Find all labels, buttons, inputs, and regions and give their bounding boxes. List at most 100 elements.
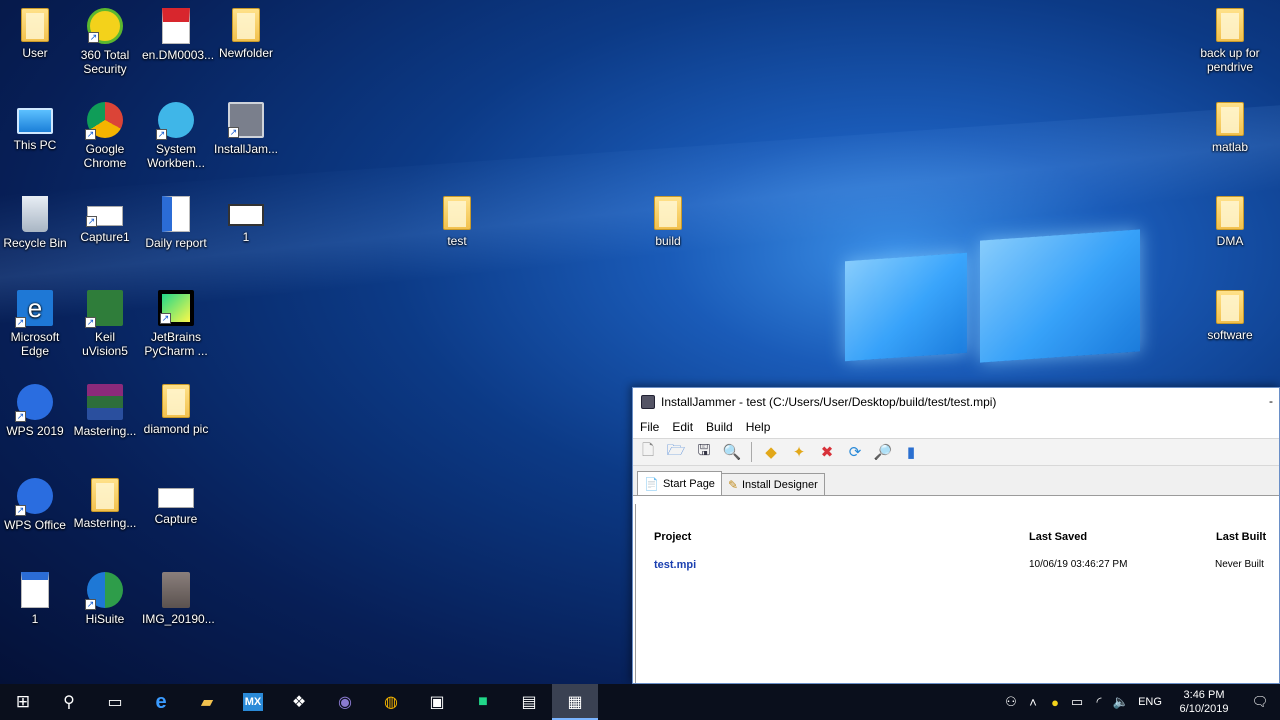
desktop-icon-software[interactable]: software	[1194, 290, 1266, 342]
folder-icon	[91, 478, 119, 512]
folder-icon	[232, 8, 260, 42]
column-header-last-saved[interactable]: Last Saved	[1029, 531, 1087, 543]
taskbar-pycharm[interactable]: ■	[460, 684, 506, 720]
desktop-icon-this-pc[interactable]: This PC	[0, 102, 71, 152]
360-security-icon[interactable]: ●	[1044, 695, 1066, 710]
window-titlebar[interactable]: InstallJammer - test (C:/Users/User/Desk…	[633, 388, 1279, 416]
chrome-icon: ↗	[85, 102, 123, 140]
desktop-icon-pycharm[interactable]: ↗ JetBrains PyCharm ...	[140, 290, 212, 358]
desktop-icon-keil[interactable]: ↗ Keil uVision5	[69, 290, 141, 358]
project-last-saved: 10/06/19 03:46:27 PM	[1029, 559, 1128, 570]
mx-icon: MX	[242, 693, 264, 711]
menu-edit[interactable]: Edit	[672, 420, 693, 434]
search-button[interactable]: ⚲	[46, 684, 92, 720]
taskbar-dropbox[interactable]: ❖	[276, 684, 322, 720]
desktop-icon-capture1[interactable]: ↗ Capture1	[69, 196, 141, 244]
desktop-icon-wps-office[interactable]: ↗ WPS Office	[0, 478, 71, 532]
desktop-icon-hisuite[interactable]: ↗ HiSuite	[69, 572, 141, 626]
refresh-icon[interactable]: ⟳	[844, 441, 866, 463]
desktop-icon-pdf[interactable]: en.DM0003...	[140, 8, 214, 62]
start-button[interactable]: ⊞	[0, 684, 46, 720]
keil-icon: ↗	[85, 290, 123, 328]
windows-logo-wallpaper	[845, 215, 1140, 390]
desktop-icon-newfolder[interactable]: Newfolder	[210, 8, 282, 60]
search-icon: ⚲	[63, 694, 75, 711]
desktop-icon-mastering-rar[interactable]: Mastering...	[69, 384, 141, 438]
installjammer-window[interactable]: InstallJammer - test (C:/Users/User/Desk…	[632, 387, 1280, 684]
chevron-up-icon[interactable]: ˄	[1022, 695, 1044, 710]
desktop-icon-test[interactable]: test	[421, 196, 493, 248]
build-all-icon[interactable]: ✦	[788, 441, 810, 463]
clock[interactable]: 3:46 PM 6/10/2019	[1168, 688, 1240, 716]
desktop-icon-system-workbench[interactable]: ↗ System Workben...	[140, 102, 212, 170]
save-icon[interactable]: 🖫	[693, 441, 715, 463]
folder-icon	[1216, 290, 1244, 324]
desktop-icon-wps-2019[interactable]: ↗ WPS 2019	[0, 384, 71, 438]
desktop-icon-backup[interactable]: back up for pendrive	[1194, 8, 1266, 74]
stop-icon[interactable]: ✖	[816, 441, 838, 463]
battery-icon[interactable]: ▭	[1066, 694, 1088, 710]
menu-help[interactable]: Help	[746, 420, 771, 434]
new-project-icon[interactable]: 🗋	[637, 441, 659, 463]
desktop-icon-daily-report[interactable]: Daily report	[140, 196, 212, 250]
desktop-icon-360-security[interactable]: ↗ 360 Total Security	[69, 8, 141, 76]
taskbar-photos[interactable]: ▣	[414, 684, 460, 720]
minimize-button[interactable]: -	[1269, 394, 1273, 408]
desktop-icon-recycle-bin[interactable]: Recycle Bin	[0, 196, 71, 250]
tab-start-page[interactable]: 📄 Start Page	[637, 471, 722, 495]
photo-icon	[162, 572, 190, 608]
menu-build[interactable]: Build	[706, 420, 733, 434]
desktop-icon-img[interactable]: IMG_20190...	[140, 572, 215, 626]
desktop-icon-build[interactable]: build	[632, 196, 704, 248]
volume-icon[interactable]: 🔈	[1110, 694, 1132, 710]
winrar-icon	[87, 384, 123, 420]
desktop-icon-capture[interactable]: Capture	[140, 478, 212, 526]
user-folder-icon	[21, 8, 49, 42]
desktop-icon-matlab[interactable]: matlab	[1194, 102, 1266, 154]
open-project-icon[interactable]: 🗁	[665, 441, 687, 463]
taskbar-file-explorer[interactable]: ▰	[184, 684, 230, 720]
pycharm-icon: ■	[478, 693, 488, 710]
folder-icon	[1216, 196, 1244, 230]
desktop-icon-edge[interactable]: e ↗ Microsoft Edge	[0, 290, 71, 358]
column-header-project[interactable]: Project	[654, 531, 691, 543]
taskbar-eclipse[interactable]: ◉	[322, 684, 368, 720]
project-link-test-mpi[interactable]: test.mpi	[654, 559, 696, 571]
taskbar: ⊞ ⚲ ▭ e ▰ MX ❖ ◉ ◍ ▣ ■ ▤ ▦ ⚇ ˄ ● ▭ ◜ 🔈 E…	[0, 684, 1280, 720]
desktop-icon-1-doc[interactable]: 1	[0, 572, 71, 626]
taskbar-terminal[interactable]: ▤	[506, 684, 552, 720]
taskbar-chrome[interactable]: ◍	[368, 684, 414, 720]
desktop-icon-mastering-folder[interactable]: Mastering...	[69, 478, 141, 530]
column-header-last-built[interactable]: Last Built	[1216, 531, 1266, 543]
taskbar-edge[interactable]: e	[138, 684, 184, 720]
language-indicator[interactable]: ENG	[1132, 696, 1168, 708]
photos-icon: ▣	[429, 694, 445, 711]
build-icon[interactable]: ◆	[760, 441, 782, 463]
taskbar-installjammer[interactable]: ▦	[552, 684, 598, 720]
desktop-icon-dma[interactable]: DMA	[1194, 196, 1266, 248]
desktop-icon-chrome[interactable]: ↗ Google Chrome	[69, 102, 141, 170]
edge-icon: e	[155, 690, 167, 713]
wps-icon: ↗	[15, 384, 53, 422]
task-view-button[interactable]: ▭	[92, 684, 138, 720]
taskbar-mx[interactable]: MX	[230, 684, 276, 720]
360-security-icon: ↗	[87, 8, 123, 44]
people-icon[interactable]: ⚇	[1000, 694, 1022, 710]
search-icon[interactable]: 🔍	[721, 441, 743, 463]
database-icon[interactable]: ▮	[900, 441, 922, 463]
wand-icon: ✎	[727, 477, 738, 492]
desktop-icon-1-image[interactable]: 1	[210, 196, 282, 244]
desktop-icon-user[interactable]: User	[0, 8, 71, 60]
pdf-icon	[162, 8, 190, 44]
desktop-icon-installjammer[interactable]: ↗ InstallJam...	[210, 102, 282, 156]
folder-icon	[654, 196, 682, 230]
desktop-icon-diamond-pic[interactable]: diamond pic	[140, 384, 212, 436]
tab-strip: 📄 Start Page ✎ Install Designer	[633, 466, 1279, 496]
tab-install-designer[interactable]: ✎ Install Designer	[720, 473, 825, 495]
notification-icon[interactable]: 🗨	[1240, 694, 1280, 710]
explore-icon[interactable]: 🔎	[872, 441, 894, 463]
wifi-icon[interactable]: ◜	[1088, 694, 1110, 710]
folder-icon	[1216, 102, 1244, 136]
menu-file[interactable]: File	[640, 420, 659, 434]
start-page-icon: 📄	[644, 476, 659, 491]
